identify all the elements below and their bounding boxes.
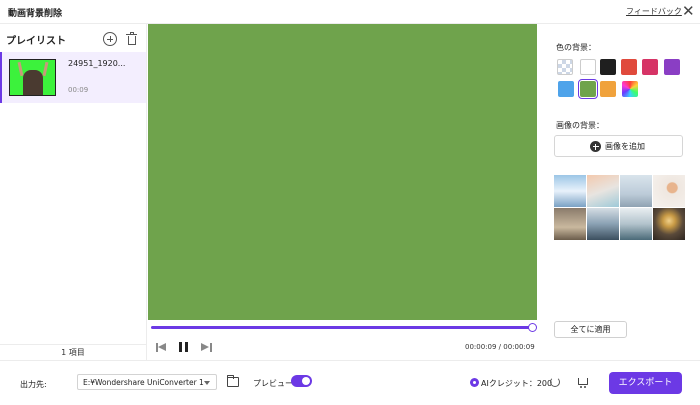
export-button[interactable]: エクスポート — [609, 372, 682, 394]
feedback-link[interactable]: フィードバック — [626, 6, 682, 17]
bg-image-beach-sunset[interactable] — [587, 175, 619, 207]
output-path-select[interactable]: E:¥Wondershare UniConverter 1 — [77, 374, 217, 390]
swatch-black[interactable] — [600, 59, 616, 75]
video-thumbnail — [9, 59, 56, 96]
output-path-value: E:¥Wondershare UniConverter 1 — [83, 378, 204, 387]
video-preview — [148, 24, 537, 320]
plus-circle-icon — [590, 141, 601, 152]
bg-image-office-window[interactable] — [587, 208, 619, 240]
title-bar: 動画背景削除 フィードバック ✕ — [0, 0, 700, 24]
color-background-label: 色の背景： — [556, 43, 596, 52]
playlist-title: プレイリスト — [6, 36, 66, 47]
add-image-button[interactable]: 画像を追加 — [554, 135, 683, 157]
chevron-down-icon — [204, 381, 210, 385]
preview-toggle[interactable] — [291, 375, 312, 387]
cart-icon[interactable] — [578, 378, 588, 388]
pause-icon[interactable] — [179, 342, 188, 352]
playback-time: 00:00:09 / 00:00:09 — [465, 343, 535, 351]
swatch-orange[interactable] — [600, 81, 616, 97]
folder-icon[interactable] — [226, 374, 239, 387]
seek-handle[interactable] — [528, 323, 537, 332]
bg-image-minimal-interior[interactable] — [653, 175, 685, 207]
refresh-icon[interactable] — [550, 377, 560, 387]
swatch-transparent[interactable] — [557, 59, 573, 75]
seek-bar[interactable] — [151, 326, 533, 329]
next-frame-icon[interactable] — [201, 343, 212, 352]
swatch-red[interactable] — [621, 59, 637, 75]
add-file-icon[interactable] — [103, 32, 117, 46]
window-title: 動画背景削除 — [8, 9, 63, 19]
video-duration: 00:09 — [68, 86, 89, 94]
preview-toggle-label: プレビュー — [253, 379, 293, 388]
previous-frame-icon[interactable] — [156, 343, 167, 352]
swatch-blue[interactable] — [558, 81, 574, 97]
playlist-item[interactable]: 24951_1920... 00:09 — [0, 52, 146, 103]
apply-to-all-button[interactable]: 全てに適用 — [554, 321, 627, 338]
bg-image-snow-mountain[interactable] — [554, 175, 586, 207]
swatch-crimson[interactable] — [642, 59, 658, 75]
swatch-custom-color[interactable] — [622, 81, 638, 97]
bottom-bar: 出力先: E:¥Wondershare UniConverter 1 プレビュー… — [0, 360, 700, 405]
bg-image-warm-lamp[interactable] — [653, 208, 685, 240]
bg-image-snowy-town[interactable] — [620, 175, 652, 207]
ai-credit-icon — [470, 378, 479, 387]
swatch-white[interactable] — [580, 59, 596, 75]
image-background-label: 画像の背景： — [556, 121, 604, 130]
add-image-label: 画像を追加 — [605, 142, 645, 151]
item-count: 1 項目 — [0, 344, 146, 360]
playlist-panel: プレイリスト 24951_1920... 00:09 1 項目 — [0, 24, 147, 360]
video-file-name: 24951_1920... — [68, 59, 126, 68]
swatch-purple[interactable] — [664, 59, 680, 75]
close-icon[interactable]: ✕ — [682, 1, 695, 21]
bg-image-cafe[interactable] — [554, 208, 586, 240]
output-label: 出力先: — [20, 380, 47, 389]
ai-credit-label: AIクレジット：200 — [481, 379, 553, 388]
swatch-green[interactable] — [578, 79, 598, 99]
bg-image-city-balcony[interactable] — [620, 208, 652, 240]
trash-icon[interactable] — [126, 32, 137, 46]
